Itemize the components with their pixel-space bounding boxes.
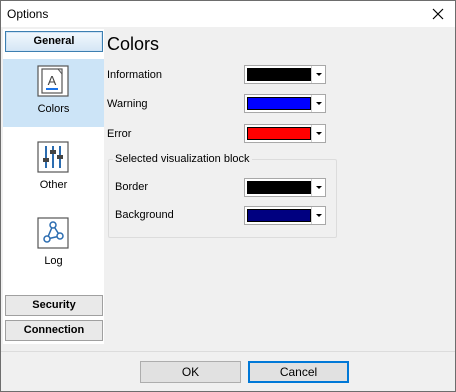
chevron-down-icon[interactable]: [311, 179, 325, 196]
information-label: Information: [107, 69, 163, 81]
border-label: Border: [115, 181, 149, 193]
window-title: Options: [7, 7, 49, 21]
ok-button[interactable]: OK: [140, 361, 241, 383]
svg-text:A: A: [48, 73, 57, 88]
sidebar-item-label: Colors: [37, 103, 70, 115]
sliders-icon: [37, 141, 69, 173]
colors-icon: A: [37, 65, 69, 97]
color-swatch: [247, 97, 311, 110]
color-swatch: [247, 68, 311, 81]
log-icon: [37, 217, 69, 249]
group-general-button[interactable]: General: [5, 31, 103, 52]
title-bar: Options: [1, 1, 455, 27]
sidebar-item-other[interactable]: Other: [3, 135, 104, 203]
options-window: Options General A Colors Other Log Secur…: [0, 0, 456, 392]
page-title: Colors: [107, 34, 160, 54]
groupbox-title: Selected visualization block: [113, 153, 252, 165]
error-color-select[interactable]: [244, 124, 326, 143]
footer-divider: [1, 351, 455, 352]
visualization-groupbox: [108, 159, 337, 238]
error-label: Error: [107, 128, 132, 140]
chevron-down-icon[interactable]: [311, 95, 325, 112]
sidebar-item-colors[interactable]: A Colors: [3, 59, 104, 127]
background-color-select[interactable]: [244, 206, 326, 225]
chevron-down-icon[interactable]: [311, 207, 325, 224]
color-swatch: [247, 127, 311, 140]
sidebar-item-log[interactable]: Log: [3, 211, 104, 279]
close-icon: [432, 8, 444, 20]
background-label: Background: [115, 209, 174, 221]
chevron-down-icon[interactable]: [311, 66, 325, 83]
color-swatch: [247, 181, 311, 194]
cancel-button[interactable]: Cancel: [248, 361, 349, 383]
chevron-down-icon[interactable]: [311, 125, 325, 142]
warning-label: Warning: [107, 98, 148, 110]
border-color-select[interactable]: [244, 178, 326, 197]
warning-color-select[interactable]: [244, 94, 326, 113]
information-color-select[interactable]: [244, 65, 326, 84]
close-button[interactable]: [421, 1, 455, 27]
group-connection-button[interactable]: Connection: [5, 320, 103, 341]
sidebar-item-label: Other: [39, 179, 68, 191]
color-swatch: [247, 209, 311, 222]
group-security-button[interactable]: Security: [5, 295, 103, 316]
sidebar-item-label: Log: [44, 255, 63, 267]
sidebar: General A Colors Other Log Security Conn…: [3, 29, 104, 344]
